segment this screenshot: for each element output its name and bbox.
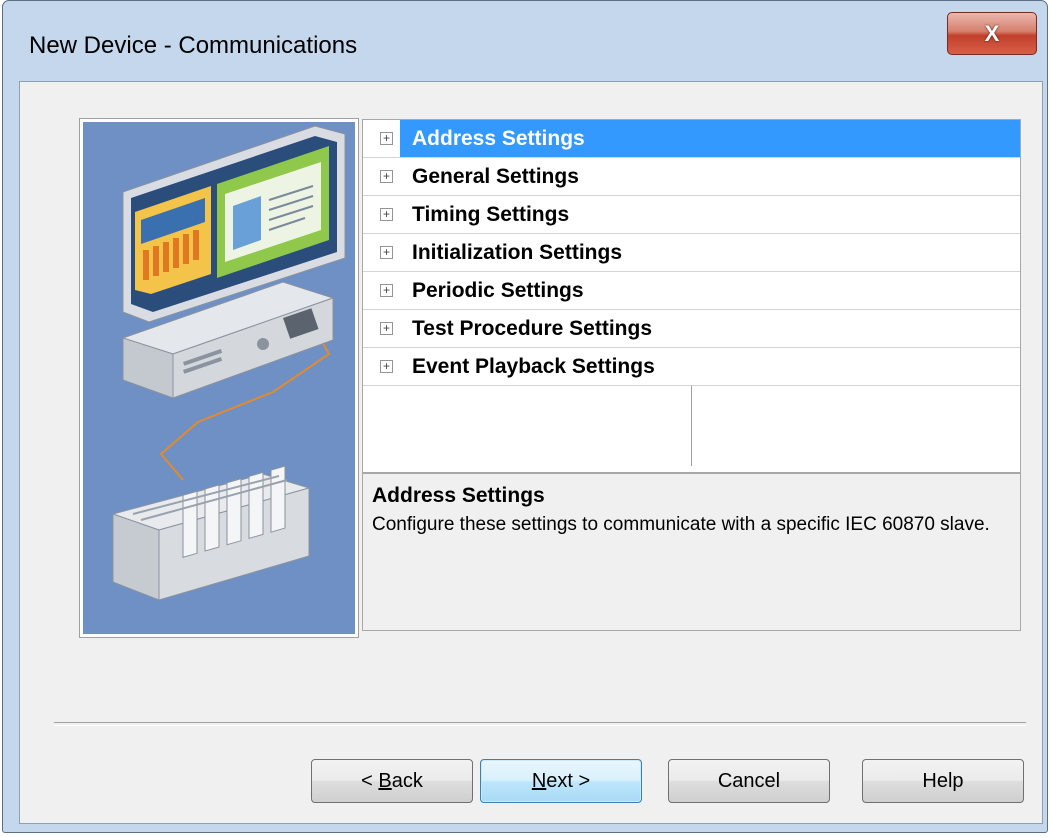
tree-item-event-playback-settings[interactable]: + Event Playback Settings <box>363 348 1020 386</box>
tree-item-label: Initialization Settings <box>412 241 623 264</box>
next-button-accel: N <box>531 769 547 792</box>
next-button[interactable]: Next > <box>480 759 642 803</box>
expand-plus-icon[interactable]: + <box>380 322 393 335</box>
tree-item-label: Address Settings <box>412 127 585 150</box>
expand-plus-icon[interactable]: + <box>380 284 393 297</box>
expand-plus-icon[interactable]: + <box>380 170 393 183</box>
description-text: Configure these settings to communicate … <box>372 514 990 535</box>
tree-item-label: Test Procedure Settings <box>412 317 653 340</box>
tree-item-label: Timing Settings <box>412 203 570 226</box>
tree-item-label: Event Playback Settings <box>412 355 655 378</box>
expand-plus-icon[interactable]: + <box>380 246 393 259</box>
back-button-accel: B <box>378 769 392 792</box>
close-icon: X <box>984 20 1000 46</box>
tree-item-label: Periodic Settings <box>412 279 584 302</box>
computer-and-plc-illustration <box>79 118 359 638</box>
close-button[interactable]: X <box>947 12 1037 55</box>
expand-plus-icon[interactable]: + <box>380 208 393 221</box>
help-button[interactable]: Help <box>862 759 1024 803</box>
dialog-window: New Device - Communications X + Address … <box>2 0 1048 833</box>
column-splitter[interactable] <box>691 386 692 466</box>
tree-item-test-procedure-settings[interactable]: + Test Procedure Settings <box>363 310 1020 348</box>
window-title: New Device - Communications <box>29 32 358 59</box>
tree-item-label: General Settings <box>412 165 579 188</box>
description-title: Address Settings <box>372 484 545 507</box>
dialog-client-area: + Address Settings + General Settings + … <box>19 81 1043 824</box>
tree-item-initialization-settings[interactable]: + Initialization Settings <box>363 234 1020 272</box>
tree-item-address-settings[interactable]: + Address Settings <box>363 120 1020 158</box>
tree-item-periodic-settings[interactable]: + Periodic Settings <box>363 272 1020 310</box>
expand-plus-icon[interactable]: + <box>380 360 393 373</box>
next-button-rest: ext > <box>546 769 591 792</box>
back-button[interactable]: < Back <box>311 759 473 803</box>
back-button-prefix: < <box>361 769 379 792</box>
settings-tree: + Address Settings + General Settings + … <box>362 119 1021 473</box>
cancel-button[interactable]: Cancel <box>668 759 830 803</box>
back-button-rest: ack <box>391 769 423 792</box>
tree-item-timing-settings[interactable]: + Timing Settings <box>363 196 1020 234</box>
button-separator <box>54 722 1026 726</box>
illustration-svg <box>111 125 346 601</box>
tree-item-general-settings[interactable]: + General Settings <box>363 158 1020 196</box>
expand-plus-icon[interactable]: + <box>380 132 393 145</box>
description-panel: Address Settings Configure these setting… <box>362 473 1021 631</box>
